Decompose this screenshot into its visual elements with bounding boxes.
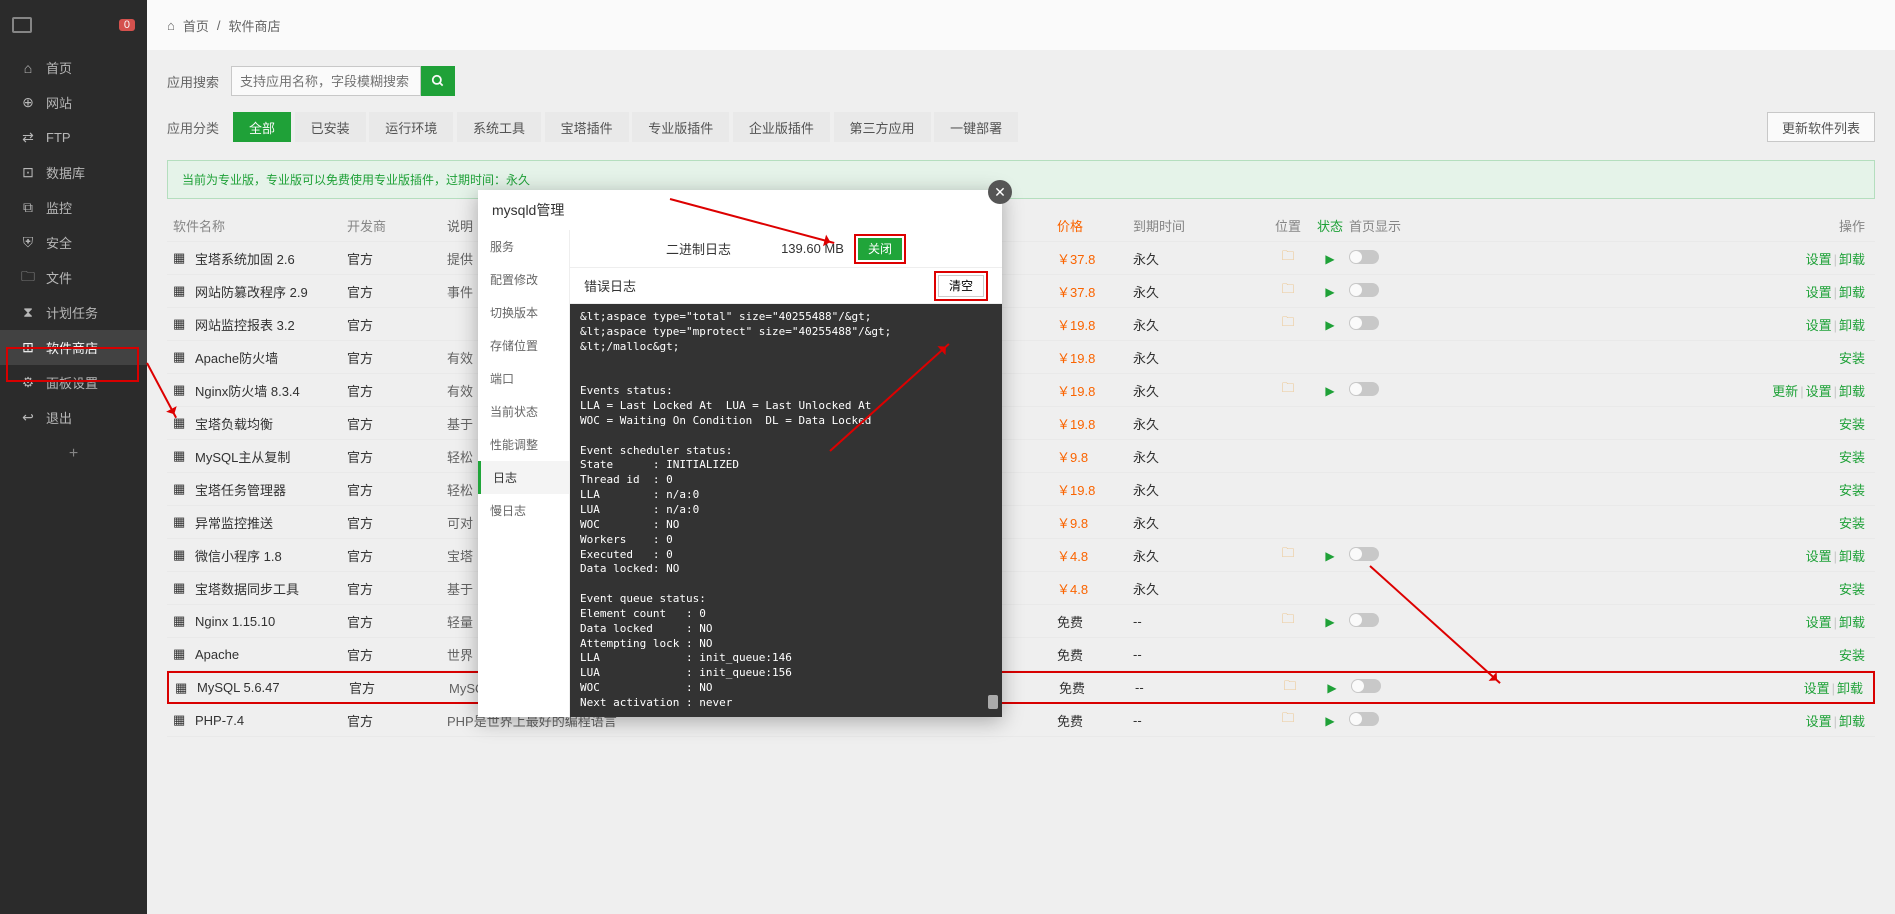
- modal-side-item[interactable]: 性能调整: [478, 428, 569, 461]
- modal-sidebar: 服务配置修改切换版本存储位置端口当前状态性能调整日志慢日志: [478, 230, 570, 717]
- modal-title: mysqld管理: [478, 190, 1002, 230]
- annotation-box-close: 关闭: [854, 234, 906, 264]
- binlog-close-button[interactable]: 关闭: [858, 238, 902, 260]
- modal-side-item[interactable]: 配置修改: [478, 263, 569, 296]
- errlog-row: 错误日志 清空: [570, 268, 1002, 304]
- mysqld-modal: ✕ mysqld管理 服务配置修改切换版本存储位置端口当前状态性能调整日志慢日志…: [478, 190, 1002, 717]
- modal-side-item[interactable]: 慢日志: [478, 494, 569, 527]
- modal-side-item[interactable]: 当前状态: [478, 395, 569, 428]
- errlog-label: 错误日志: [584, 276, 636, 295]
- modal-close-button[interactable]: ✕: [988, 180, 1012, 204]
- binlog-label: 二进制日志: [666, 239, 731, 258]
- modal-side-item[interactable]: 端口: [478, 362, 569, 395]
- binlog-row: 二进制日志 139.60 MB 关闭: [570, 230, 1002, 268]
- modal-side-item[interactable]: 切换版本: [478, 296, 569, 329]
- errlog-clear-button[interactable]: 清空: [938, 275, 984, 297]
- modal-side-item[interactable]: 日志: [478, 461, 569, 494]
- modal-side-item[interactable]: 服务: [478, 230, 569, 263]
- modal-side-item[interactable]: 存储位置: [478, 329, 569, 362]
- annotation-box-clear: 清空: [934, 271, 988, 301]
- log-scrollbar-thumb[interactable]: [988, 695, 998, 709]
- log-output: &lt;aspace type="total" size="40255488"/…: [570, 304, 1002, 717]
